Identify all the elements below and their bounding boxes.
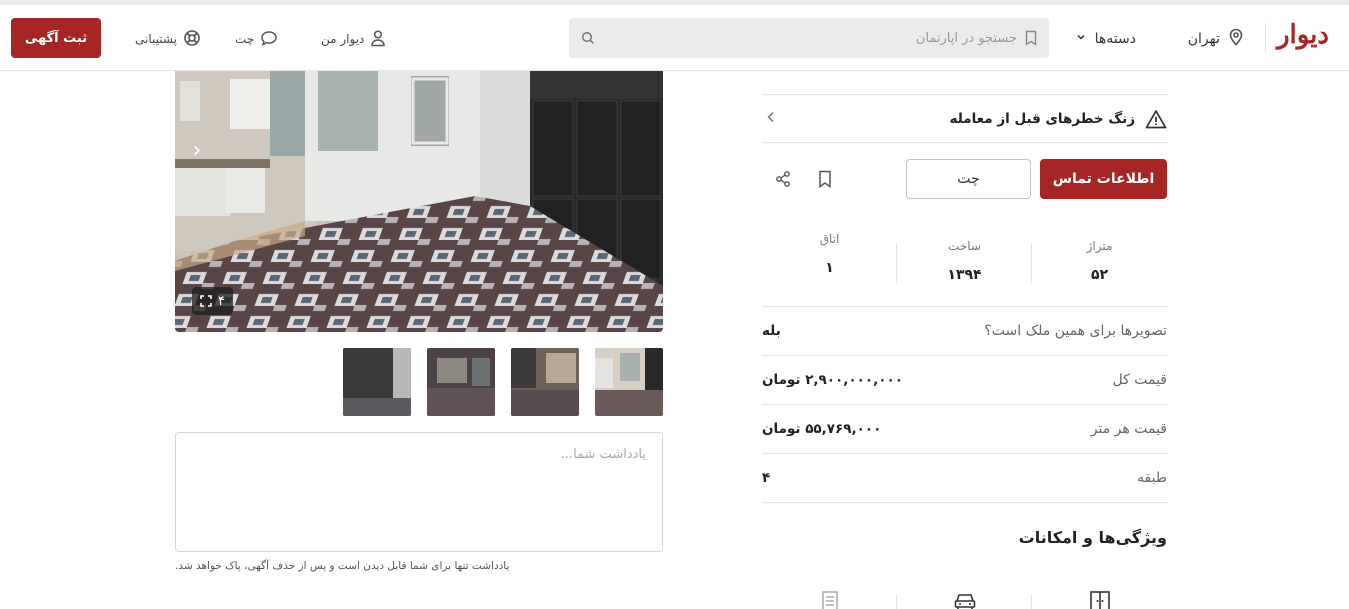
warning-label: زنگ خطرهای قبل از معامله: [949, 110, 1135, 127]
ad-details-panel: زنگ خطرهای قبل از معامله اطلاعات تماس چت…: [762, 71, 1167, 609]
categories-label: دسته‌ها: [1094, 31, 1136, 47]
support-link[interactable]: پشتیبانی: [135, 25, 201, 53]
stat-label: متراژ: [1086, 238, 1113, 253]
top-header: دیوار تهران دسته‌ها دیوار من چت: [0, 0, 1349, 71]
storage-closet-icon: [1089, 590, 1111, 609]
thumbnail-image: [595, 348, 663, 416]
contact-info-button[interactable]: اطلاعات تماس: [1040, 159, 1167, 199]
main-photo[interactable]: › ۴: [175, 71, 663, 332]
chevron-left-icon: [762, 111, 776, 127]
detail-key: طبقه: [1137, 470, 1167, 486]
warning-triangle-icon: [1145, 109, 1167, 129]
next-photo-button[interactable]: ›: [185, 135, 209, 165]
search-input[interactable]: [595, 18, 1017, 58]
stat-label: اتاق: [819, 231, 840, 246]
detail-value: ۲,۹۰۰,۰۰۰,۰۰۰ تومان: [762, 372, 903, 388]
detail-row-price-per-meter: قیمت هر متر ۵۵,۷۶۹,۰۰۰ تومان: [762, 405, 1167, 454]
search-bar[interactable]: [569, 18, 1049, 58]
warning-title: زنگ خطرهای قبل از معامله: [950, 109, 1167, 129]
chat-bubble-icon: [260, 30, 278, 49]
feature-item: [762, 586, 897, 609]
thumbnail[interactable]: [511, 348, 579, 416]
city-label: تهران: [1187, 31, 1220, 47]
saved-search-bookmark-icon[interactable]: [1025, 30, 1037, 46]
stat-build-year: ساخت ۱۳۹۴: [897, 215, 1032, 306]
detail-row-photos-authentic: تصویرها برای همین ملک است؟ بله: [762, 307, 1167, 356]
car-parking-icon: [953, 590, 977, 609]
my-divar-label: دیوار من: [321, 32, 365, 46]
note-hint: یادداشت تنها برای شما قابل دیدن است و پس…: [175, 560, 663, 572]
search-icon: [581, 31, 595, 45]
thumbnail-image: [427, 348, 495, 416]
stat-label: ساخت: [948, 238, 981, 253]
stat-rooms: اتاق ۱: [762, 215, 897, 306]
fullscreen-photo-button[interactable]: ۴: [192, 287, 233, 315]
thumbnail[interactable]: [595, 348, 663, 416]
chevron-down-icon: [1075, 31, 1087, 47]
detail-row-floor: طبقه ۴: [762, 454, 1167, 503]
lifebuoy-icon: [183, 29, 201, 50]
detail-key: قیمت هر متر: [1090, 421, 1167, 437]
chat-button[interactable]: چت: [906, 159, 1031, 199]
thumbnail[interactable]: [343, 348, 411, 416]
logo-divider: [1265, 23, 1266, 53]
note-hint-text: یادداشت تنها برای شما قابل دیدن است و پس…: [175, 560, 510, 572]
divar-logo[interactable]: دیوار: [1277, 20, 1329, 50]
thumbnail[interactable]: [427, 348, 495, 416]
thumbnail-strip: [343, 348, 663, 416]
elevator-icon: [820, 590, 840, 609]
my-divar-link[interactable]: دیوار من: [321, 25, 386, 53]
feature-item: [1032, 586, 1167, 609]
stat-value: ۱۳۹۴: [947, 266, 982, 283]
feature-item: [897, 586, 1032, 609]
stat-value: ۱: [825, 259, 834, 276]
bookmark-icon[interactable]: [818, 170, 832, 188]
photo-count: ۴: [218, 293, 225, 309]
detail-row-total-price: قیمت کل ۲,۹۰۰,۰۰۰,۰۰۰ تومان: [762, 356, 1167, 405]
detail-value: ۵۵,۷۶۹,۰۰۰ تومان: [762, 421, 882, 437]
truncated-row: [762, 71, 1167, 95]
location-pin-icon: [1228, 28, 1244, 50]
city-selector[interactable]: تهران: [1188, 25, 1244, 53]
stat-value: ۵۲: [1090, 266, 1109, 283]
thumbnail-image: [511, 348, 579, 416]
pre-deal-warnings-link[interactable]: زنگ خطرهای قبل از معامله: [762, 95, 1167, 143]
detail-value: بله: [762, 323, 781, 339]
user-icon: [370, 29, 386, 50]
post-ad-button[interactable]: ثبت آگهی: [11, 18, 101, 58]
chat-link[interactable]: چت: [235, 25, 278, 53]
note-textarea[interactable]: [175, 432, 663, 552]
features-heading: ویژگی‌ها و امکانات: [1018, 528, 1167, 547]
stat-area: متراژ ۵۲: [1032, 215, 1167, 306]
secondary-actions: [762, 170, 832, 188]
detail-value: ۴: [762, 470, 771, 486]
features-icons: [762, 586, 1167, 609]
thumbnail-image: [343, 348, 411, 416]
categories-dropdown[interactable]: دسته‌ها: [1075, 25, 1136, 53]
support-label: پشتیبانی: [135, 32, 177, 46]
action-bar: اطلاعات تماس چت: [762, 143, 1167, 215]
room-photo: [175, 71, 663, 332]
chat-label: چت: [235, 32, 255, 46]
key-stats: متراژ ۵۲ ساخت ۱۳۹۴ اتاق ۱: [762, 215, 1167, 307]
expand-icon: [200, 295, 212, 307]
detail-key: تصویرها برای همین ملک است؟: [984, 323, 1167, 339]
share-icon[interactable]: [774, 170, 792, 188]
detail-key: قیمت کل: [1112, 372, 1167, 388]
